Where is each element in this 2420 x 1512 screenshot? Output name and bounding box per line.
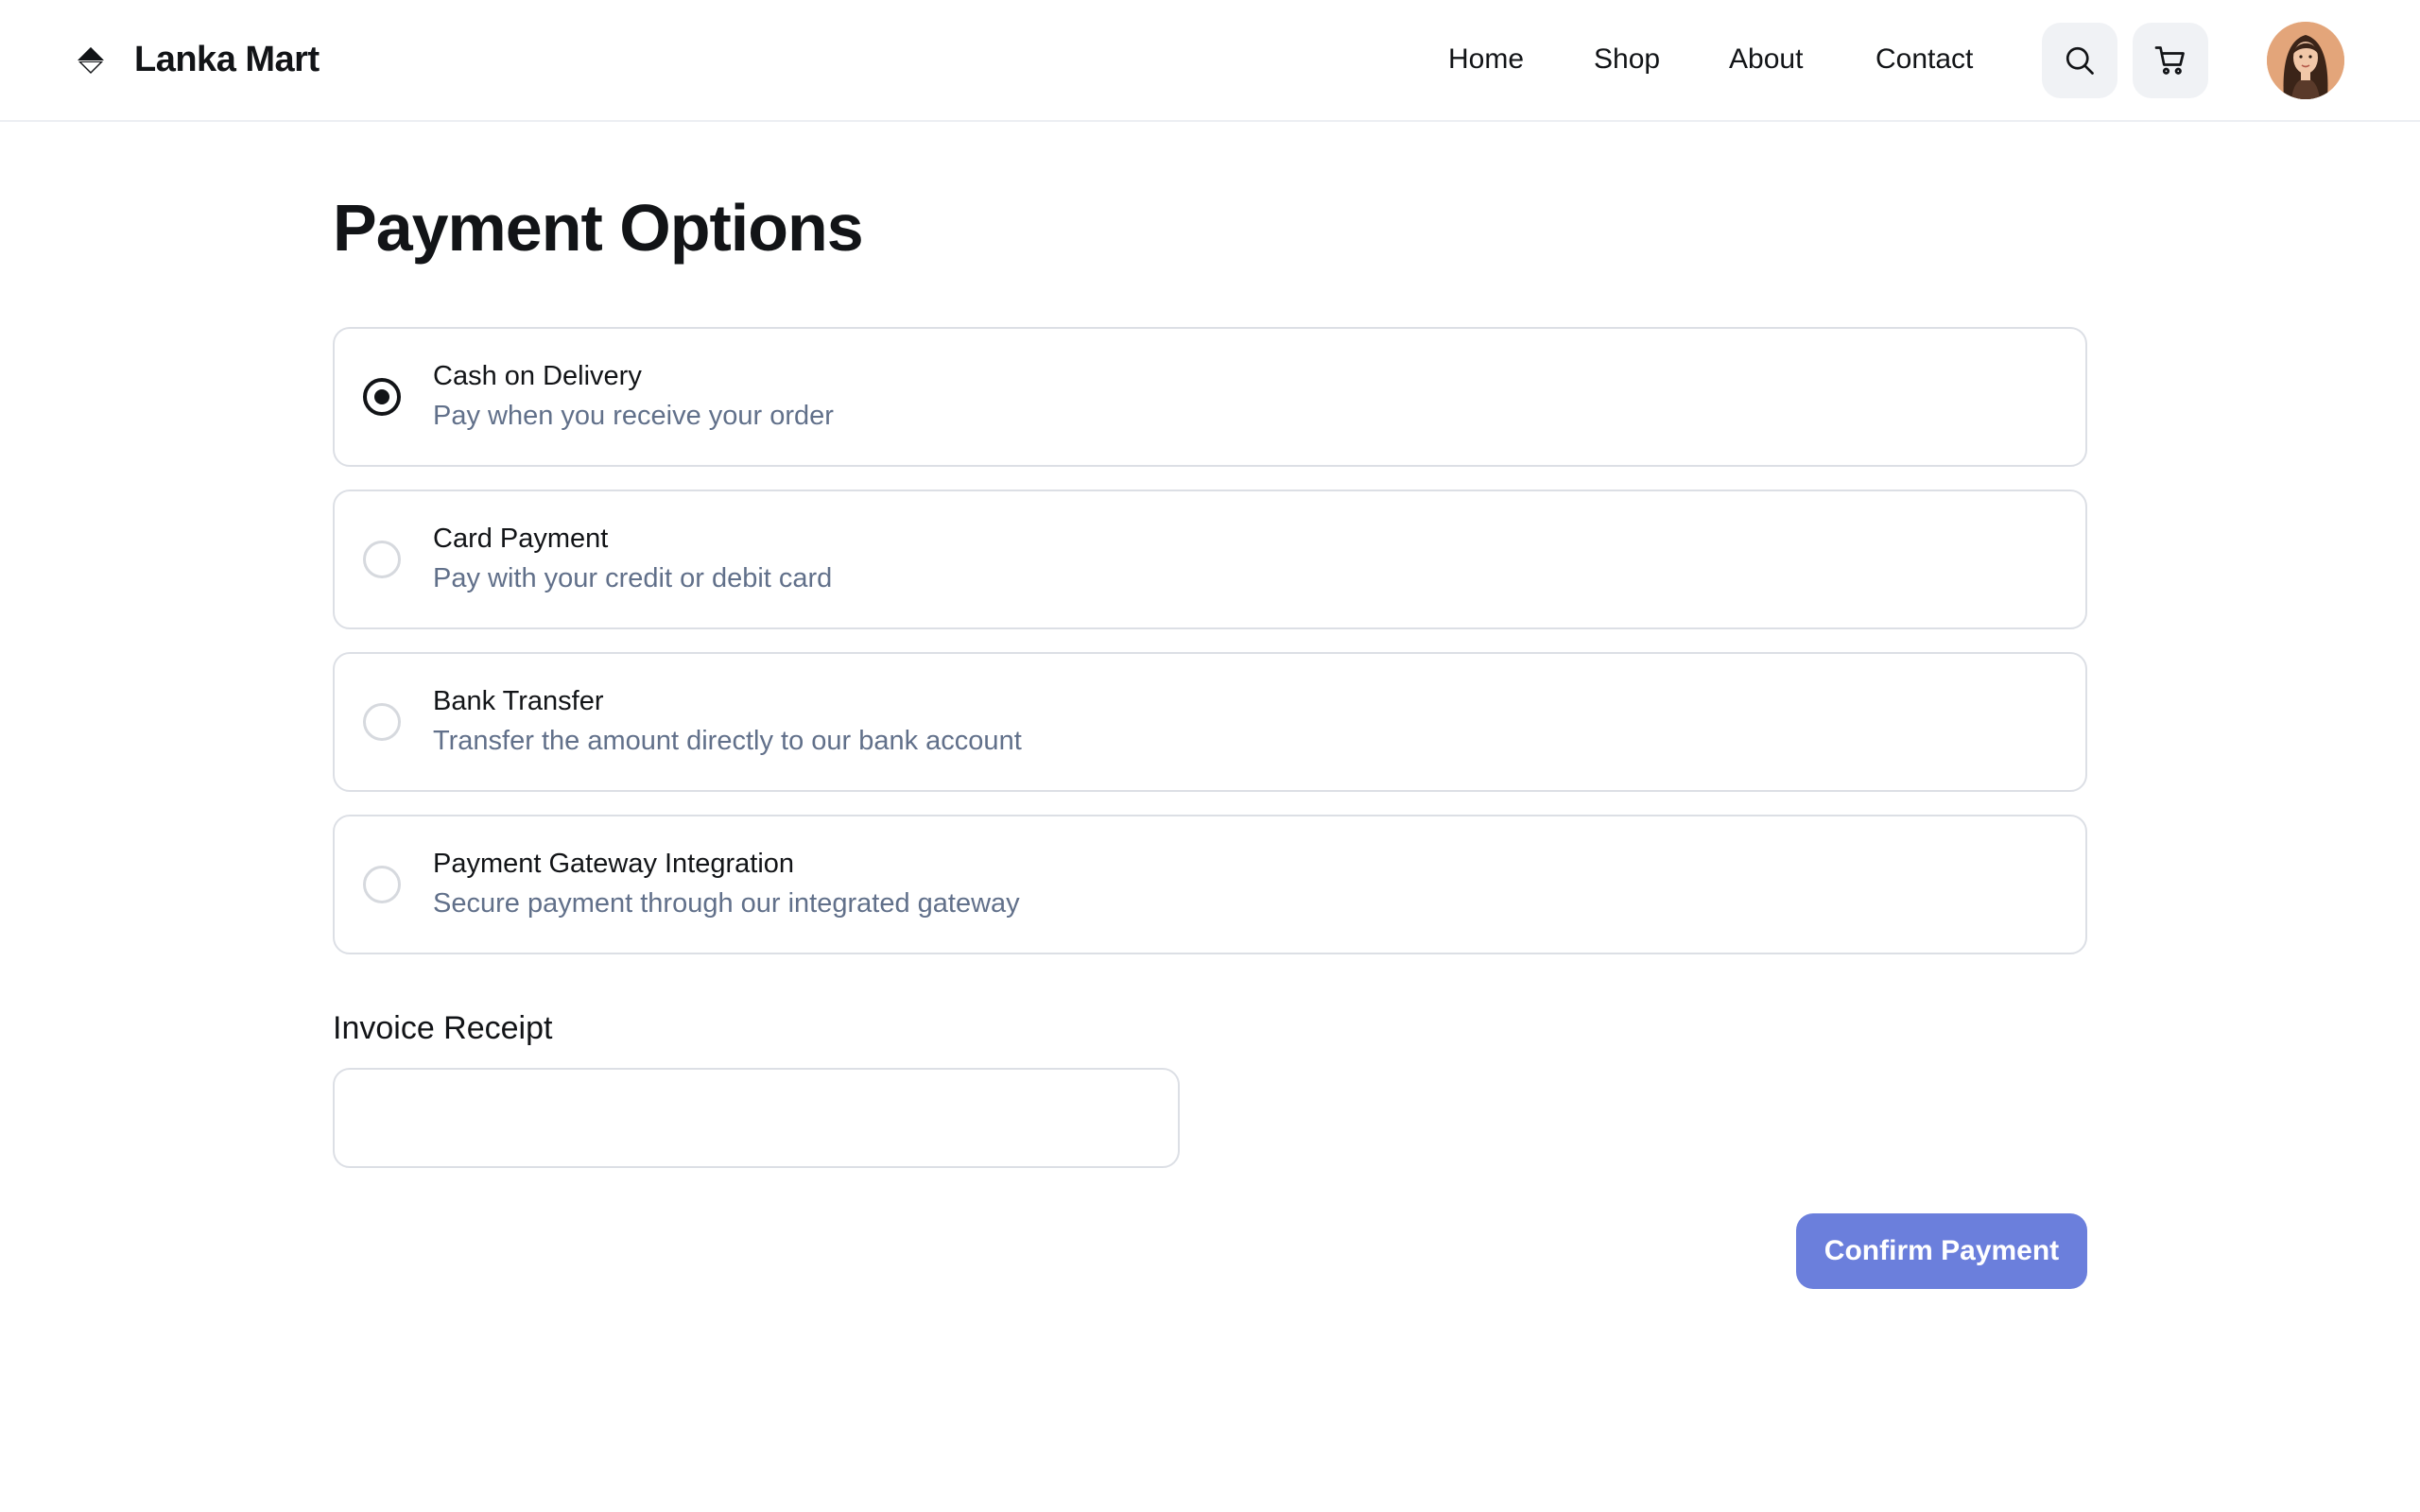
option-title: Card Payment: [433, 524, 609, 554]
nav-home[interactable]: Home: [1448, 42, 1524, 77]
option-description: Pay with your credit or debit card: [433, 563, 833, 593]
user-avatar[interactable]: [2267, 22, 2344, 99]
confirm-payment-button[interactable]: Confirm Payment: [1796, 1213, 2087, 1289]
payment-option-bank-transfer[interactable]: Bank Transfer Transfer the amount direct…: [333, 652, 2087, 792]
page-title: Payment Options: [333, 191, 864, 265]
search-icon: [2066, 46, 2094, 75]
avatar-portrait-icon: [2267, 22, 2344, 99]
cart-icon: [2154, 46, 2185, 75]
cart-button[interactable]: [2133, 23, 2208, 98]
top-navbar: Lanka Mart Home Shop About Contact: [0, 0, 2420, 122]
radio-button-selected[interactable]: [363, 378, 401, 416]
main-nav: Home Shop About Contact: [0, 0, 2420, 120]
invoice-receipt-input[interactable]: [333, 1068, 1180, 1168]
invoice-receipt-label: Invoice Receipt: [333, 1010, 553, 1046]
option-title: Cash on Delivery: [433, 361, 642, 391]
radio-button[interactable]: [363, 866, 401, 903]
payment-option-cash-on-delivery[interactable]: Cash on Delivery Pay when you receive yo…: [333, 327, 2087, 467]
search-button[interactable]: [2042, 23, 2118, 98]
payment-option-payment-gateway[interactable]: Payment Gateway Integration Secure payme…: [333, 815, 2087, 954]
payment-option-card-payment[interactable]: Card Payment Pay with your credit or deb…: [333, 490, 2087, 629]
option-description: Secure payment through our integrated ga…: [433, 888, 1020, 919]
nav-about[interactable]: About: [1729, 42, 1803, 77]
option-title: Bank Transfer: [433, 686, 604, 716]
radio-button[interactable]: [363, 703, 401, 741]
option-description: Pay when you receive your order: [433, 401, 834, 431]
option-title: Payment Gateway Integration: [433, 849, 795, 879]
radio-button[interactable]: [363, 541, 401, 578]
nav-contact[interactable]: Contact: [1876, 42, 1973, 77]
nav-shop[interactable]: Shop: [1594, 42, 1660, 77]
option-description: Transfer the amount directly to our bank…: [433, 726, 1022, 756]
